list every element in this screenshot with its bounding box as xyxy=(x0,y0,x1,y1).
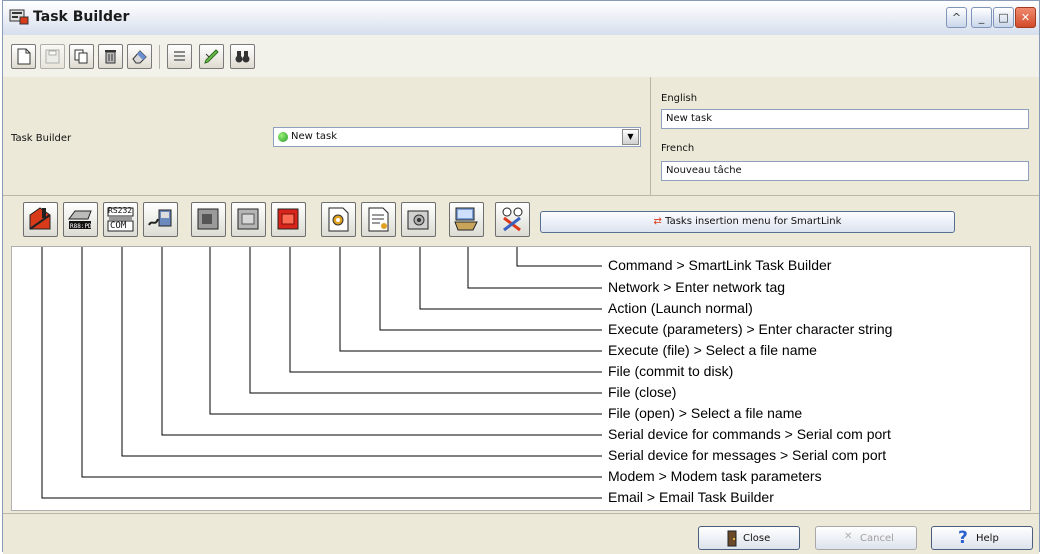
task-builder-label: Task Builder xyxy=(11,133,72,144)
close-label: Close xyxy=(743,533,771,544)
callout-lines xyxy=(41,247,602,499)
close-window-button[interactable]: ✕ xyxy=(1015,7,1036,28)
delete-button[interactable] xyxy=(98,44,123,69)
callout-network: Network > Enter network tag xyxy=(608,279,786,295)
serial-messages-button[interactable]: RS232 COM xyxy=(103,202,138,237)
list-button[interactable] xyxy=(167,44,192,69)
callout-execute-file: Execute (file) > Select a file name xyxy=(608,342,817,358)
callout-modem: Modem > Modem task parameters xyxy=(608,468,822,484)
email-task-button[interactable] xyxy=(23,202,58,237)
command-tools-icon xyxy=(502,207,523,232)
toolbar-separator xyxy=(159,45,160,69)
restore-button[interactable]: ^ xyxy=(946,7,967,28)
callout-execute-parameters: Execute (parameters) > Enter character s… xyxy=(608,321,893,337)
delete-icon xyxy=(105,50,116,64)
toolbar-legend-diagram: Command > SmartLink Task Builder Network… xyxy=(11,246,1031,511)
file-close-icon xyxy=(237,208,259,230)
network-icon xyxy=(454,207,478,231)
file-commit-button[interactable] xyxy=(271,202,306,237)
cancel-button[interactable]: ✕ Cancel xyxy=(815,526,917,550)
copy-button[interactable] xyxy=(69,44,94,69)
task-header-panel: Task Builder New task ▼ xyxy=(3,77,651,196)
footer-bar: Close ✕ Cancel ? Help xyxy=(3,513,1039,554)
minimize-button[interactable]: _ xyxy=(971,7,992,28)
help-button[interactable]: ? Help xyxy=(931,526,1033,550)
title-bar[interactable]: Task Builder ^ _ □ ✕ xyxy=(3,1,1039,36)
svg-text:R88:PD: R88:PD xyxy=(70,223,92,230)
copy-icon xyxy=(74,49,88,64)
save-icon xyxy=(45,49,60,64)
action-icon xyxy=(407,210,429,230)
com-label: COM xyxy=(110,221,127,231)
command-button[interactable] xyxy=(495,202,530,237)
status-green-icon xyxy=(278,132,288,142)
eraser-icon xyxy=(132,50,147,64)
task-combo[interactable]: New task ▼ xyxy=(273,127,641,147)
restore-icon: ^ xyxy=(951,11,962,24)
binoculars-icon xyxy=(235,51,250,63)
modem-task-button[interactable]: R88:PD xyxy=(63,202,98,237)
execute-parameters-button[interactable] xyxy=(361,202,396,237)
callout-serial-messages: Serial device for messages > Serial com … xyxy=(608,447,887,463)
network-button[interactable] xyxy=(449,202,484,237)
check-pen-icon xyxy=(204,49,219,64)
window-title: Task Builder xyxy=(33,9,130,25)
new-button[interactable] xyxy=(11,44,36,69)
cancel-icon: ✕ xyxy=(844,531,853,542)
maximize-button[interactable]: □ xyxy=(993,7,1014,28)
callout-file-commit: File (commit to disk) xyxy=(608,363,734,379)
eraser-button[interactable] xyxy=(127,44,152,69)
main-toolbar xyxy=(3,35,1039,78)
door-close-icon xyxy=(727,530,737,547)
execute-gear-icon xyxy=(328,207,349,232)
chevron-down-icon[interactable]: ▼ xyxy=(622,129,639,145)
language-panel: English New task French Nouveau tâche xyxy=(651,77,1039,196)
english-field[interactable]: New task xyxy=(661,109,1029,129)
task-combo-value: New task xyxy=(291,131,338,142)
new-document-icon xyxy=(17,48,31,65)
file-open-button[interactable] xyxy=(191,202,226,237)
validate-button[interactable] xyxy=(199,44,224,69)
callout-file-open: File (open) > Select a file name xyxy=(608,405,803,421)
find-button[interactable] xyxy=(230,44,255,69)
serial-commands-button[interactable] xyxy=(143,202,178,237)
tasks-insertion-menu-button[interactable]: ⇄ Tasks insertion menu for SmartLink xyxy=(540,211,955,233)
insert-task-icon: ⇄ xyxy=(653,216,662,227)
rs232-label: RS232 xyxy=(108,206,133,215)
email-icon xyxy=(29,207,51,230)
execute-file-button[interactable] xyxy=(321,202,356,237)
execute-parameters-icon xyxy=(368,207,389,232)
save-button[interactable] xyxy=(40,44,65,69)
tasks-insertion-label: Tasks insertion menu for SmartLink xyxy=(665,216,842,227)
french-field[interactable]: Nouveau tâche xyxy=(661,161,1029,181)
maximize-icon: □ xyxy=(998,11,1009,24)
action-button[interactable] xyxy=(401,202,436,237)
close-button[interactable]: Close xyxy=(698,526,800,550)
minimize-icon: _ xyxy=(978,11,985,24)
file-commit-icon xyxy=(277,208,299,230)
callout-serial-commands: Serial device for commands > Serial com … xyxy=(608,426,891,442)
english-label: English xyxy=(661,93,698,104)
cancel-label: Cancel xyxy=(860,533,894,544)
file-open-icon xyxy=(197,208,219,230)
callout-email: Email > Email Task Builder xyxy=(608,489,774,505)
file-close-button[interactable] xyxy=(231,202,266,237)
callout-command: Command > SmartLink Task Builder xyxy=(608,257,832,273)
list-icon xyxy=(174,51,185,61)
help-icon: ? xyxy=(958,528,968,548)
task-builder-app-icon xyxy=(9,9,29,25)
close-icon: ✕ xyxy=(1020,11,1031,24)
task-toolbar: R88:PD RS232 COM ⇄ Tasks insertion menu … xyxy=(3,196,1039,246)
callout-action: Action (Launch normal) xyxy=(608,300,753,316)
callout-file-close: File (close) xyxy=(608,384,677,400)
french-label: French xyxy=(661,143,695,154)
modem-icon: R88:PD xyxy=(68,210,92,230)
task-builder-window: Task Builder ^ _ □ ✕ Task Builder New ta… xyxy=(2,0,1040,554)
serial-device-icon xyxy=(148,209,172,227)
help-label: Help xyxy=(976,533,999,544)
